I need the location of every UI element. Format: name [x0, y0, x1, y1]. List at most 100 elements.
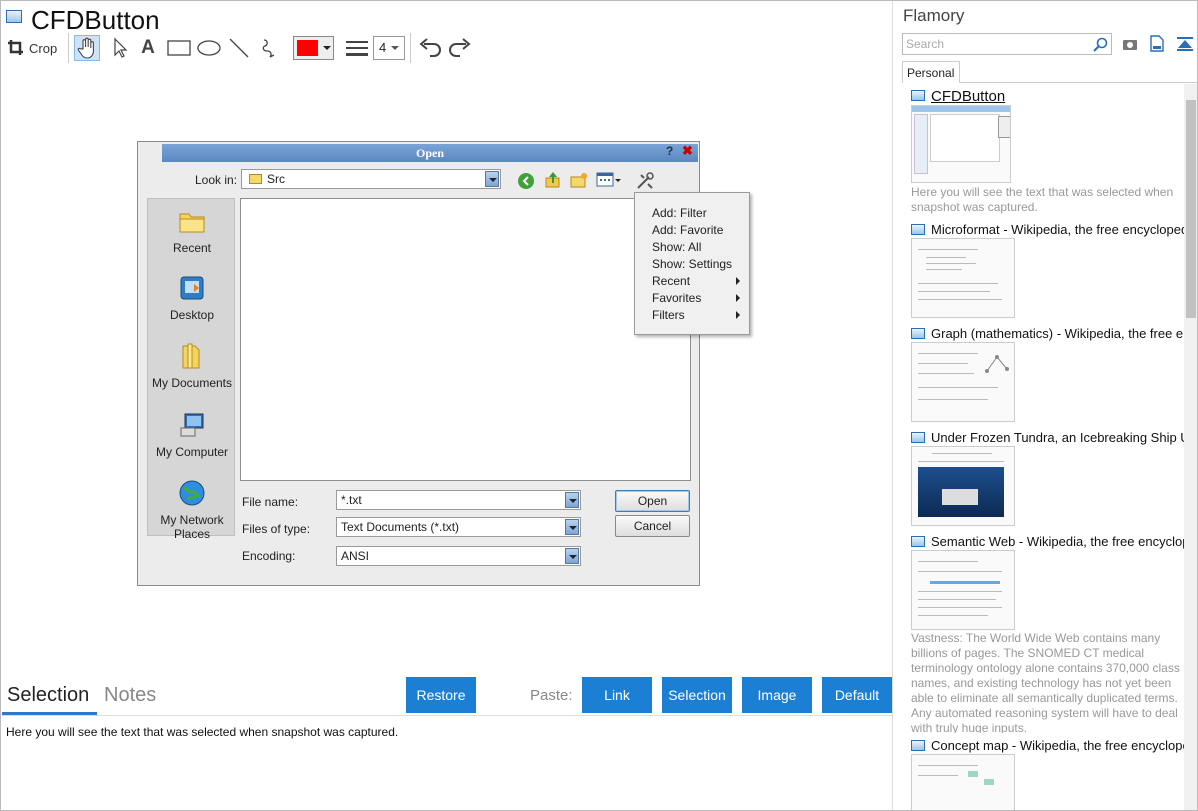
menu-item-add-favorite[interactable]: Add: Favorite: [652, 223, 748, 237]
place-network[interactable]: My Network Places: [148, 479, 236, 541]
ellipse-tool-button[interactable]: [196, 35, 222, 61]
document-icon[interactable]: [1150, 35, 1164, 52]
entry-thumbnail[interactable]: [911, 105, 1011, 183]
select-tool-button[interactable]: [107, 35, 133, 61]
stroke-width-select[interactable]: 4: [373, 36, 405, 60]
page-title: CFDButton: [31, 5, 160, 35]
paste-default-button[interactable]: Default: [822, 677, 892, 713]
sidebar-scrollbar[interactable]: [1184, 84, 1197, 810]
entry-title[interactable]: Graph (mathematics) - Wikipedia, the fre…: [931, 326, 1187, 341]
tab-selection[interactable]: Selection: [7, 684, 89, 707]
redo-button[interactable]: [447, 35, 473, 61]
open-button[interactable]: Open: [615, 490, 690, 512]
network-icon: [179, 480, 205, 506]
color-picker[interactable]: [293, 36, 334, 60]
page-icon: [911, 328, 925, 339]
menu-item-favorites[interactable]: Favorites: [652, 291, 748, 305]
menu-item-filters[interactable]: Filters: [652, 308, 748, 322]
menu-item-show-all[interactable]: Show: All: [652, 240, 748, 254]
line-tool-button[interactable]: [226, 35, 252, 61]
back-icon[interactable]: [518, 173, 534, 189]
camera-icon[interactable]: [1122, 37, 1138, 51]
selection-text: Here you will see the text that was sele…: [6, 725, 399, 739]
submenu-arrow-icon: [736, 311, 740, 319]
search-icon[interactable]: [1093, 37, 1108, 52]
tab-personal[interactable]: Personal: [902, 61, 960, 83]
collapse-icon[interactable]: [1176, 36, 1194, 52]
app-logo-icon: [6, 10, 22, 23]
page-icon: [911, 90, 925, 101]
color-swatch: [297, 40, 319, 56]
paste-selection-button[interactable]: Selection: [662, 677, 732, 713]
cancel-button[interactable]: Cancel: [615, 515, 690, 537]
chevron-down-icon: [485, 171, 499, 187]
line-width-button[interactable]: [344, 35, 370, 61]
files-of-type-value: Text Documents (*.txt): [341, 520, 460, 534]
folder-icon: [249, 174, 262, 184]
redo-icon: [449, 38, 471, 57]
dialog-titlebar: Open: [162, 144, 698, 162]
place-recent[interactable]: Recent: [148, 207, 236, 255]
page-icon: [911, 740, 925, 751]
open-dialog: Open ? ✖ Look in: Src Recent Desktop My …: [137, 141, 750, 586]
entry-thumbnail[interactable]: [911, 550, 1015, 630]
entry-title[interactable]: Semantic Web - Wikipedia, the free encyc…: [931, 534, 1187, 549]
entry-description: Vastness: The World Wide Web contains ma…: [911, 631, 1180, 733]
place-desktop[interactable]: Desktop: [148, 274, 236, 322]
freehand-tool-button[interactable]: [256, 35, 282, 61]
entry-thumbnail[interactable]: [911, 342, 1015, 422]
page-icon: [911, 536, 925, 547]
place-label: Recent: [172, 241, 212, 255]
paste-image-button[interactable]: Image: [742, 677, 812, 713]
entry-thumbnail[interactable]: [911, 238, 1015, 318]
sidebar-title: Flamory: [903, 6, 965, 25]
file-list[interactable]: [240, 198, 691, 481]
ellipse-icon: [197, 40, 221, 56]
arrow-pointer-icon: [114, 37, 128, 58]
entry-title[interactable]: Under Frozen Tundra, an Icebreaking Ship…: [931, 430, 1187, 445]
menu-item-recent[interactable]: Recent: [652, 274, 748, 288]
text-tool-button[interactable]: A: [135, 35, 161, 61]
files-of-type-select[interactable]: Text Documents (*.txt): [336, 517, 581, 537]
entry-title[interactable]: Microformat - Wikipedia, the free encycl…: [931, 222, 1187, 237]
encoding-select[interactable]: ANSI: [336, 546, 581, 566]
undo-button[interactable]: [417, 35, 443, 61]
restore-button[interactable]: Restore: [406, 677, 476, 713]
freehand-icon: [262, 39, 275, 58]
rectangle-tool-button[interactable]: [166, 35, 192, 61]
chevron-down-icon: [565, 519, 579, 535]
menu-item-add-filter[interactable]: Add: Filter: [652, 206, 748, 220]
entry-thumbnail[interactable]: [911, 754, 1015, 810]
pan-tool-button[interactable]: [74, 35, 100, 61]
search-input[interactable]: Search: [902, 33, 1112, 55]
entry-thumbnail[interactable]: [911, 446, 1015, 526]
place-label: My Network Places: [160, 513, 224, 541]
hand-icon: [77, 37, 94, 59]
place-my-computer[interactable]: My Computer: [148, 411, 236, 459]
flamory-sidebar: Flamory Search Personal CFDButton Here y…: [892, 1, 1197, 810]
chevron-down-icon: [565, 492, 579, 508]
view-menu-icon[interactable]: [596, 172, 622, 188]
tab-notes[interactable]: Notes: [104, 684, 156, 707]
paste-label: Paste:: [530, 687, 573, 704]
recent-folder-icon: [179, 213, 205, 233]
paste-link-button[interactable]: Link: [582, 677, 652, 713]
new-folder-icon[interactable]: [570, 172, 588, 193]
entry-title[interactable]: CFDButton: [931, 88, 1187, 105]
help-icon[interactable]: ?: [666, 144, 673, 158]
scroll-thumb[interactable]: [1186, 100, 1196, 318]
place-label: My Documents: [151, 376, 233, 390]
crop-button[interactable]: Crop: [7, 35, 57, 61]
up-folder-icon[interactable]: [544, 171, 562, 194]
my-documents-icon: [182, 343, 200, 369]
rectangle-icon: [167, 40, 191, 56]
place-my-documents[interactable]: My Documents: [148, 342, 236, 390]
entry-title[interactable]: Concept map - Wikipedia, the free encycl…: [931, 738, 1187, 753]
close-icon[interactable]: ✖: [682, 143, 693, 159]
page-icon: [911, 432, 925, 443]
file-name-field[interactable]: *.txt: [336, 490, 581, 510]
places-bar: Recent Desktop My Documents My Computer …: [147, 198, 236, 541]
files-of-type-label: Files of type:: [242, 522, 311, 536]
menu-item-show-settings[interactable]: Show: Settings: [652, 257, 748, 271]
look-in-combo[interactable]: Src: [241, 169, 501, 189]
